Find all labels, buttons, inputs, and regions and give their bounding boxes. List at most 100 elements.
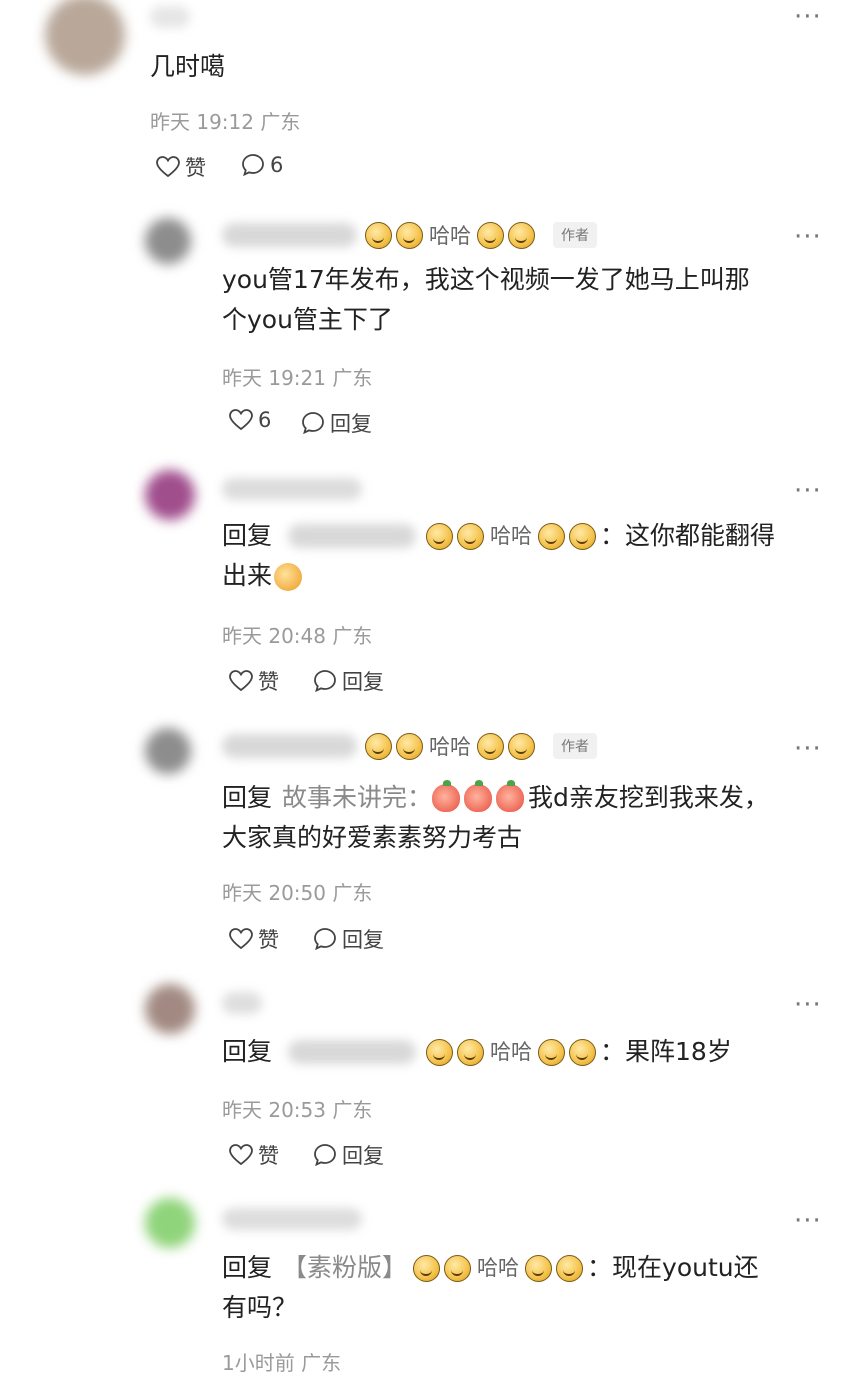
like-label: 赞 <box>258 928 279 952</box>
reply-content-cont: 出来 <box>222 561 273 590</box>
comment-text: 几时噶 <box>150 52 226 81</box>
laughing-emoji-icon <box>508 732 535 760</box>
peach-emoji-icon <box>432 780 461 812</box>
reply-button[interactable]: 回复 <box>300 408 372 438</box>
reply-text-line2: 有吗？ <box>222 1293 298 1322</box>
reply-time: 昨天 20:48 <box>222 624 326 648</box>
reply-button[interactable]: 回复 <box>312 924 384 954</box>
like-button[interactable]: 赞 <box>228 924 279 954</box>
comment-location: 广东 <box>260 110 301 134</box>
laughing-emoji-icon <box>525 1254 553 1282</box>
nickname-text: 哈哈 <box>429 735 471 759</box>
username-blurred[interactable] <box>222 223 357 247</box>
nickname-text: 哈哈 <box>429 224 471 248</box>
avatar[interactable] <box>145 984 195 1034</box>
laughing-emoji-icon <box>396 732 423 760</box>
like-button[interactable]: 赞 <box>228 666 279 696</box>
author-badge: 作者 <box>553 733 597 759</box>
more-options-icon[interactable]: ··· <box>794 992 822 1018</box>
more-options-icon[interactable]: ··· <box>794 478 822 504</box>
reply-label: 回复 <box>342 928 384 952</box>
like-label: 赞 <box>185 156 206 180</box>
reply-label: 回复 <box>342 1144 384 1168</box>
like-label: 赞 <box>258 1144 279 1168</box>
peach-emoji-icon <box>496 780 525 812</box>
avatar[interactable] <box>145 1198 195 1248</box>
like-button[interactable]: 赞 <box>155 152 206 182</box>
reply-prefix: 回复 <box>222 783 273 812</box>
comment-bubble-icon <box>314 670 336 693</box>
reply-text-line1: 回复 故事未讲完： 我d亲友挖到我来发， <box>222 778 769 818</box>
reply-button[interactable]: 回复 <box>312 1140 384 1170</box>
comment-bubble-icon <box>314 1144 336 1167</box>
laughing-emoji-icon <box>538 1038 566 1066</box>
reply-to-user[interactable]: 故事未讲完： <box>282 778 432 818</box>
heart-icon <box>229 409 253 431</box>
username-blurred[interactable] <box>150 6 190 28</box>
reply-location: 广东 <box>332 881 373 905</box>
reply-button[interactable]: 回复 <box>312 666 384 696</box>
laughing-emoji-icon <box>569 522 597 550</box>
username-blurred[interactable] <box>222 734 357 758</box>
nickname-text: 哈哈 <box>490 1040 533 1064</box>
more-options-icon[interactable]: ··· <box>794 1208 822 1234</box>
laughing-emoji-icon <box>457 1038 485 1066</box>
nickname-text: 哈哈 <box>477 1256 520 1280</box>
reply-time: 昨天 20:50 <box>222 881 326 905</box>
smiley-emoji-icon <box>274 563 303 591</box>
more-options-icon[interactable]: ··· <box>794 4 822 30</box>
reply-meta: 昨天 19:21 广东 <box>222 362 372 391</box>
comment-button[interactable]: 6 <box>240 152 283 178</box>
reply-text-line1: you管17年发布，我这个视频一发了她马上叫那 <box>222 265 750 294</box>
avatar[interactable] <box>145 728 191 774</box>
heart-icon <box>229 928 253 950</box>
laughing-emoji-icon <box>396 221 423 249</box>
reply-content: ：这你都能翻得 <box>600 521 776 550</box>
reply-time: 1小时前 <box>222 1351 295 1375</box>
comment-meta: 昨天 19:12 广东 <box>150 106 300 135</box>
reply-location: 广东 <box>332 366 373 390</box>
username-blurred[interactable] <box>222 1208 362 1230</box>
more-options-icon[interactable]: ··· <box>794 736 822 762</box>
avatar[interactable] <box>145 470 195 520</box>
laughing-emoji-icon <box>556 1254 584 1282</box>
like-button[interactable]: 赞 <box>228 1140 279 1170</box>
reply-to-user[interactable]: 【素粉版】 <box>282 1248 407 1288</box>
reply-location: 广东 <box>332 1098 373 1122</box>
author-badge: 作者 <box>553 222 597 248</box>
username-blurred[interactable] <box>222 992 262 1014</box>
avatar[interactable] <box>145 218 191 264</box>
heart-icon <box>229 1144 253 1166</box>
reply-meta: 1小时前 广东 <box>222 1347 341 1376</box>
like-button[interactable]: 6 <box>228 408 271 432</box>
reply-meta: 昨天 20:53 广东 <box>222 1094 372 1123</box>
reply-prefix: 回复 <box>222 521 273 550</box>
reply-label: 回复 <box>330 412 372 436</box>
reply-text-line2: 出来 <box>222 556 303 596</box>
laughing-emoji-icon <box>457 522 485 550</box>
laughing-emoji-icon <box>444 1254 472 1282</box>
laughing-emoji-icon <box>477 732 504 760</box>
reply-text-line2: 个you管主下了 <box>222 305 393 334</box>
laughing-emoji-icon <box>426 522 454 550</box>
heart-icon <box>156 156 180 178</box>
avatar[interactable] <box>45 0 125 75</box>
username-blurred[interactable] <box>222 478 362 500</box>
mentioned-user-blurred[interactable] <box>288 524 417 548</box>
mentioned-user-blurred[interactable] <box>288 1040 417 1064</box>
reply-time: 昨天 19:21 <box>222 366 326 390</box>
reply-content: 我d亲友挖到我来发， <box>528 783 769 812</box>
reply-text-line2: 大家真的好爱素素努力考古 <box>222 823 523 852</box>
comment-bubble-icon <box>242 154 264 177</box>
comment-bubble-icon <box>314 928 336 951</box>
laughing-emoji-icon <box>426 1038 454 1066</box>
reply-name-row: 哈哈 作者 <box>222 220 597 250</box>
reply-time: 昨天 20:53 <box>222 1098 326 1122</box>
laughing-emoji-icon <box>365 221 392 249</box>
laughing-emoji-icon <box>569 1038 597 1066</box>
more-options-icon[interactable]: ··· <box>794 224 822 250</box>
reply-text-line1: 回复 【素粉版】 哈哈 ：现在youtu还 <box>222 1248 759 1288</box>
reply-location: 广东 <box>332 624 373 648</box>
laughing-emoji-icon <box>538 522 566 550</box>
reply-location: 广东 <box>301 1351 342 1375</box>
